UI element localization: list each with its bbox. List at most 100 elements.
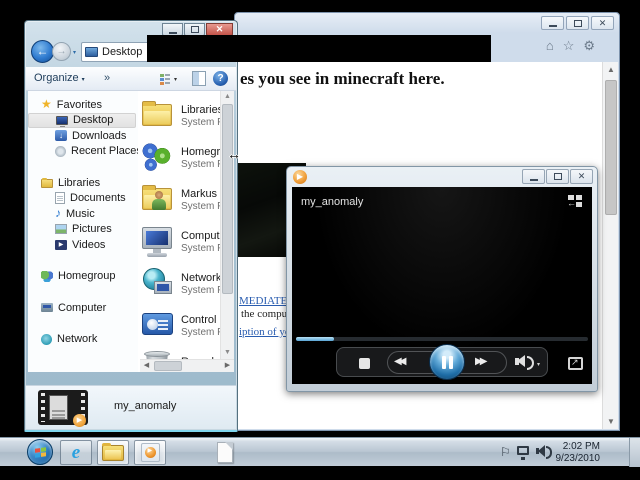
browser-close-button[interactable]: ✕ bbox=[591, 16, 614, 30]
switch-to-library-icon[interactable] bbox=[568, 195, 582, 208]
pause-button[interactable] bbox=[429, 344, 465, 380]
nav-libraries[interactable]: Libraries bbox=[28, 175, 138, 191]
page-link-fragment-2[interactable]: iption of yo bbox=[239, 326, 290, 338]
computer-icon bbox=[140, 225, 176, 258]
page-text: es you see in minecraft here. bbox=[240, 69, 445, 89]
toolbar-overflow-button[interactable]: » bbox=[104, 72, 110, 84]
help-button[interactable]: ? bbox=[213, 71, 228, 86]
maximize-icon bbox=[554, 173, 562, 180]
homegroup-icon bbox=[41, 271, 53, 282]
scroll-down-icon[interactable]: ▼ bbox=[221, 347, 234, 359]
taskbar-item-media-player[interactable] bbox=[134, 440, 166, 465]
maximize-icon bbox=[191, 26, 199, 33]
computer-icon bbox=[41, 303, 53, 312]
network-globe-icon bbox=[140, 267, 176, 300]
file-item-control-panel[interactable]: Control PanelSystem Folder bbox=[140, 306, 220, 345]
nav-homegroup[interactable]: Homegroup bbox=[28, 269, 138, 285]
file-list-vertical-scrollbar[interactable]: ▲ ▼ bbox=[220, 91, 234, 359]
star-icon: ★ bbox=[41, 99, 52, 110]
file-item-recycle-bin[interactable]: ♻ Recycle BinSystem Folder bbox=[140, 348, 220, 359]
nav-recent-places[interactable]: Recent Places bbox=[28, 144, 138, 160]
favorites-star-icon[interactable]: ☆ bbox=[563, 38, 575, 54]
nav-videos[interactable]: ▶Videos bbox=[28, 237, 138, 253]
player-close-button[interactable]: ✕ bbox=[570, 169, 593, 184]
nav-computer[interactable]: Computer bbox=[28, 300, 138, 316]
organize-button[interactable]: Organize▾ bbox=[34, 72, 85, 84]
nav-documents[interactable]: Documents bbox=[28, 191, 138, 207]
browser-restore-button[interactable] bbox=[566, 16, 589, 30]
seek-bar[interactable] bbox=[296, 337, 588, 341]
taskbar-item-document[interactable] bbox=[217, 442, 233, 463]
internet-explorer-icon: e bbox=[72, 443, 80, 462]
fast-forward-button[interactable]: ▶▶ bbox=[475, 356, 484, 367]
views-button[interactable]: ▾ bbox=[160, 72, 182, 86]
file-item-homegroup[interactable]: HomegroupSystem Folder bbox=[140, 138, 220, 177]
browser-scrollbar-thumb[interactable] bbox=[605, 80, 617, 215]
file-item-computer[interactable]: ComputerSystem Folder bbox=[140, 222, 220, 261]
nav-favorites[interactable]: ★Favorites bbox=[28, 97, 138, 113]
rewind-button[interactable]: ◀◀ bbox=[394, 356, 403, 367]
user-folder-icon bbox=[140, 183, 176, 216]
explorer-window: ✕ ← → ▾ Desktop ▸ Organize▾ » ▾ ? ★Favor… bbox=[24, 20, 238, 432]
scroll-up-icon[interactable]: ▲ bbox=[221, 91, 234, 103]
address-breadcrumb[interactable]: Desktop bbox=[102, 46, 142, 58]
nav-desktop[interactable]: Desktop bbox=[28, 113, 136, 129]
taskbar-item-explorer[interactable] bbox=[97, 440, 129, 465]
desktop-icon bbox=[56, 116, 68, 125]
libraries-folder-icon bbox=[41, 179, 53, 188]
file-list-horizontal-scrollbar[interactable]: ◀ ▶ bbox=[140, 359, 234, 372]
show-desktop-button[interactable] bbox=[629, 438, 640, 467]
minimize-icon bbox=[549, 25, 557, 27]
file-list: LibrariesSystem Folder HomegroupSystem F… bbox=[140, 91, 220, 359]
browser-scrollbar[interactable]: ▲ ▼ bbox=[602, 62, 618, 429]
windows-flag-icon bbox=[35, 447, 46, 459]
file-item-network[interactable]: NetworkSystem Folder bbox=[140, 264, 220, 303]
nav-downloads[interactable]: ↓Downloads bbox=[28, 128, 138, 144]
views-icon bbox=[160, 74, 170, 85]
fullscreen-button[interactable] bbox=[568, 357, 583, 370]
browser-minimize-button[interactable] bbox=[541, 16, 564, 30]
home-icon[interactable]: ⌂ bbox=[546, 38, 554, 54]
file-item-markus[interactable]: MarkusSystem Folder bbox=[140, 180, 220, 219]
homegroup-icon bbox=[140, 141, 176, 174]
settings-gear-icon[interactable]: ⚙ bbox=[583, 38, 595, 54]
video-file-thumbnail-icon[interactable]: ▶ bbox=[38, 390, 88, 425]
minimize-icon bbox=[169, 32, 177, 34]
scroll-down-icon[interactable]: ▼ bbox=[603, 414, 618, 429]
browser-titlebar[interactable]: ✕ bbox=[235, 13, 619, 33]
nav-music[interactable]: ♪Music bbox=[28, 206, 138, 222]
action-center-flag-icon[interactable]: ⚐ bbox=[500, 446, 511, 458]
libraries-folder-icon bbox=[140, 99, 176, 132]
scrollbar-thumb[interactable] bbox=[222, 104, 233, 294]
volume-dropdown-icon[interactable]: ▾ bbox=[537, 361, 540, 368]
volume-tray-icon[interactable] bbox=[536, 448, 539, 454]
scroll-left-icon[interactable]: ◀ bbox=[140, 360, 153, 372]
taskbar-item-internet-explorer[interactable]: e bbox=[60, 440, 92, 465]
close-icon: ✕ bbox=[216, 25, 224, 34]
preview-pane-button[interactable] bbox=[192, 71, 206, 86]
nav-pictures[interactable]: Pictures bbox=[28, 222, 138, 238]
player-maximize-button[interactable] bbox=[546, 169, 569, 184]
forward-button[interactable]: → bbox=[52, 42, 71, 61]
start-button[interactable] bbox=[27, 439, 53, 465]
stop-button[interactable] bbox=[359, 358, 370, 369]
scroll-up-icon[interactable]: ▲ bbox=[603, 62, 618, 77]
chevron-down-icon: ▾ bbox=[82, 77, 85, 83]
network-tray-icon[interactable] bbox=[517, 446, 529, 455]
volume-icon[interactable] bbox=[515, 358, 519, 365]
scrollbar-thumb[interactable] bbox=[154, 361, 182, 371]
recent-pages-dropdown[interactable]: ▾ bbox=[73, 49, 76, 56]
chevron-down-icon: ▾ bbox=[174, 76, 177, 83]
video-display-area[interactable]: my_anomaly ◀◀ ▶▶ ▾ bbox=[292, 187, 592, 384]
desktop-location-icon bbox=[85, 47, 98, 57]
nav-network[interactable]: Network bbox=[28, 332, 138, 348]
documents-icon bbox=[55, 192, 65, 204]
scroll-right-icon[interactable]: ▶ bbox=[221, 360, 234, 372]
resize-cursor: ↔ bbox=[227, 146, 241, 162]
back-button[interactable]: ← bbox=[31, 40, 54, 63]
file-item-libraries[interactable]: LibrariesSystem Folder bbox=[140, 96, 220, 135]
now-playing-title: my_anomaly bbox=[301, 196, 363, 208]
clock[interactable]: 2:02 PM 9/23/2010 bbox=[552, 441, 600, 465]
videos-icon: ▶ bbox=[55, 240, 67, 250]
player-minimize-button[interactable] bbox=[522, 169, 545, 184]
